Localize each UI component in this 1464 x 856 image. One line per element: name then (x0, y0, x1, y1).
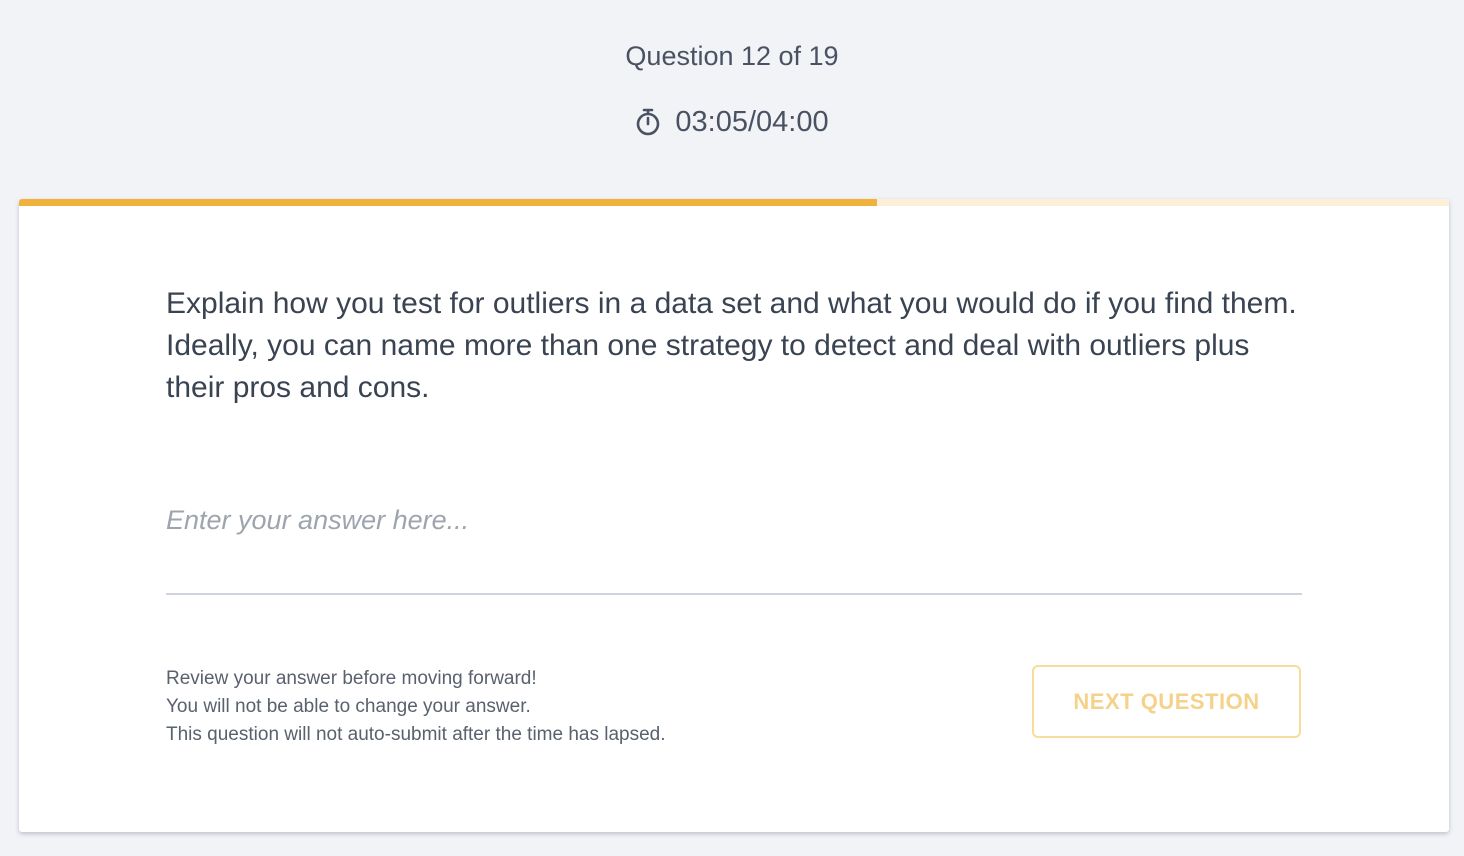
question-card: Explain how you test for outliers in a d… (19, 199, 1449, 832)
question-counter: Question 12 of 19 (625, 41, 839, 71)
notice-line-3: This question will not auto-submit after… (166, 724, 666, 745)
stopwatch-icon (637, 108, 660, 136)
timer-text: 03:05/04:00 (675, 106, 829, 138)
notice-line-2: You will not be able to change your answ… (166, 696, 531, 717)
question-text: Explain how you test for outliers in a d… (166, 287, 1297, 404)
notice-line-1: Review your answer before moving forward… (166, 668, 537, 689)
progress-fill (19, 199, 877, 206)
answer-input[interactable] (166, 505, 1302, 595)
timer: 03:05/04:00 (0, 104, 1464, 140)
next-question-button[interactable]: NEXT QUESTION (1032, 665, 1301, 738)
review-notice: Review your answer before moving forward… (166, 665, 666, 749)
quiz-header: Question 12 of 19 03:05/04:00 (0, 0, 1464, 200)
progress-bar (19, 199, 1449, 206)
